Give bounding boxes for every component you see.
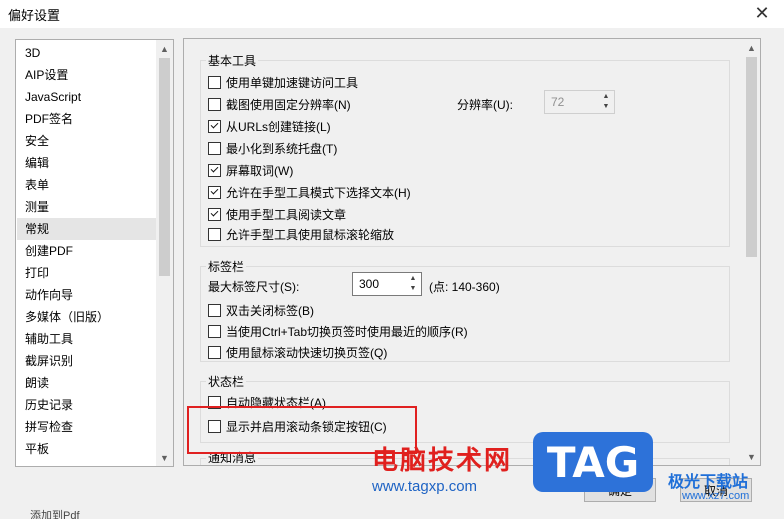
stepper-up-icon: ▲: [602, 93, 610, 100]
resolution-label: 分辨率(U):: [457, 98, 513, 112]
category-item-create-pdf[interactable]: 创建PDF: [17, 240, 157, 262]
option-double-click-close-tab[interactable]: 双击关闭标签(B): [208, 301, 314, 319]
watermark-url: www.tagxp.com: [372, 478, 478, 495]
option-mouse-scroll-switch-tabs[interactable]: 使用鼠标滚动快速切换页签(Q): [208, 343, 387, 361]
checkmark-icon: [210, 120, 219, 129]
option-single-key-accelerators[interactable]: 使用单键加速键访问工具: [208, 73, 358, 91]
max-tab-width-value[interactable]: 300: [359, 277, 379, 291]
checkbox[interactable]: [208, 227, 221, 241]
category-item-spell-check[interactable]: 拼写检查: [17, 416, 157, 438]
scroll-down-icon[interactable]: ▼: [156, 449, 173, 466]
checkmark-icon: [210, 164, 219, 173]
category-item-forms[interactable]: 表单: [17, 174, 157, 196]
category-item-javascript[interactable]: JavaScript: [17, 86, 157, 108]
category-item-aip[interactable]: AIP设置: [17, 64, 157, 86]
category-item-pdf-signature[interactable]: PDF签名: [17, 108, 157, 130]
stepper-up-icon[interactable]: ▲: [406, 274, 420, 284]
tag-logo: TAG: [533, 432, 653, 492]
checkbox-checked[interactable]: [208, 119, 221, 133]
site-logo: 极光下载站 www.xz7.com: [660, 468, 778, 508]
scroll-thumb[interactable]: [746, 57, 757, 257]
status-bar-title: 状态栏: [206, 373, 247, 390]
option-fixed-screenshot-resolution[interactable]: 截图使用固定分辨率(N): [208, 95, 351, 113]
stepper-down-icon: ▼: [602, 103, 610, 110]
checkbox[interactable]: [208, 97, 221, 111]
category-item-measure[interactable]: 测量: [17, 196, 157, 218]
panel-scrollbar[interactable]: ▲ ▼: [743, 39, 760, 465]
checkbox[interactable]: [208, 303, 221, 317]
max-tab-width-hint: (点: 140-360): [429, 280, 500, 294]
scroll-thumb[interactable]: [159, 58, 170, 276]
window-title: 偏好设置: [8, 8, 61, 23]
option-create-links-from-urls[interactable]: 从URLs创建链接(L): [208, 117, 331, 135]
checkmark-icon: [210, 186, 219, 195]
scroll-up-icon[interactable]: ▲: [743, 39, 760, 56]
category-item-security[interactable]: 安全: [17, 130, 157, 152]
scroll-up-icon[interactable]: ▲: [156, 40, 173, 57]
checkbox[interactable]: [208, 419, 221, 433]
category-item-tablet[interactable]: 平板: [17, 438, 157, 460]
option-hand-tool-wheel-zoom[interactable]: 允许手型工具使用鼠标滚轮缩放: [208, 225, 394, 243]
category-item-multimedia[interactable]: 多媒体（旧版）: [17, 306, 157, 328]
checkbox[interactable]: [208, 345, 221, 359]
close-icon[interactable]: ✕: [750, 2, 774, 24]
stepper-down-icon[interactable]: ▼: [406, 284, 420, 294]
option-hand-tool-read-articles[interactable]: 使用手型工具阅读文章: [208, 205, 346, 223]
checkbox[interactable]: [208, 395, 221, 409]
notifications-title: 通知消息: [206, 449, 259, 465]
category-item-screenshot-ocr[interactable]: 截屏识别: [17, 350, 157, 372]
tab-bar-title: 标签栏: [206, 258, 247, 275]
category-item-read-aloud[interactable]: 朗读: [17, 372, 157, 394]
checkbox[interactable]: [208, 141, 221, 155]
site-logo-url: www.xz7.com: [682, 490, 750, 502]
checkbox-checked[interactable]: [208, 185, 221, 199]
option-scroll-lock-button[interactable]: 显示并启用滚动条锁定按钮(C): [208, 417, 387, 435]
scroll-down-icon[interactable]: ▼: [743, 448, 760, 465]
title-bar: 偏好设置 ✕: [0, 0, 784, 28]
max-tab-width-label: 最大标签尺寸(S):: [208, 280, 300, 294]
checkbox-checked[interactable]: [208, 207, 221, 221]
settings-panel: 基本工具 使用单键加速键访问工具 截图使用固定分辨率(N) 从URLs创建链接(…: [183, 38, 761, 466]
resolution-value: 72: [551, 95, 565, 109]
category-item-action-wizard[interactable]: 动作向导: [17, 284, 157, 306]
checkmark-icon: [210, 208, 219, 217]
category-item-accessibility[interactable]: 辅助工具: [17, 328, 157, 350]
category-item-edit[interactable]: 编辑: [17, 152, 157, 174]
site-logo-title: 极光下载站: [668, 472, 749, 491]
max-tab-width-stepper[interactable]: 300 ▲ ▼: [352, 272, 422, 296]
category-item-general[interactable]: 常规: [17, 218, 157, 240]
basic-tools-title: 基本工具: [206, 52, 259, 69]
category-list-scrollbar[interactable]: ▲ ▼: [156, 40, 173, 466]
category-item-print[interactable]: 打印: [17, 262, 157, 284]
category-item-history[interactable]: 历史记录: [17, 394, 157, 416]
checkbox[interactable]: [208, 324, 221, 338]
watermark-text: 电脑技术网: [372, 446, 513, 476]
option-hand-tool-select-text[interactable]: 允许在手型工具模式下选择文本(H): [208, 183, 411, 201]
background-clipped-text: 添加到Pdf: [30, 510, 80, 519]
category-item-3d[interactable]: 3D: [17, 42, 157, 64]
category-list[interactable]: 3D AIP设置 JavaScript PDF签名 安全 编辑 表单 测量 常规…: [15, 39, 174, 467]
option-minimize-to-tray[interactable]: 最小化到系统托盘(T): [208, 139, 337, 157]
resolution-stepper: 72 ▲ ▼: [544, 90, 615, 114]
checkbox-checked[interactable]: [208, 163, 221, 177]
option-screen-word-capture[interactable]: 屏幕取词(W): [208, 161, 293, 179]
checkbox[interactable]: [208, 75, 221, 89]
option-ctrl-tab-recent-order[interactable]: 当使用Ctrl+Tab切换页签时使用最近的顺序(R): [208, 322, 468, 340]
option-auto-hide-status-bar[interactable]: 自动隐藏状态栏(A): [208, 393, 326, 411]
